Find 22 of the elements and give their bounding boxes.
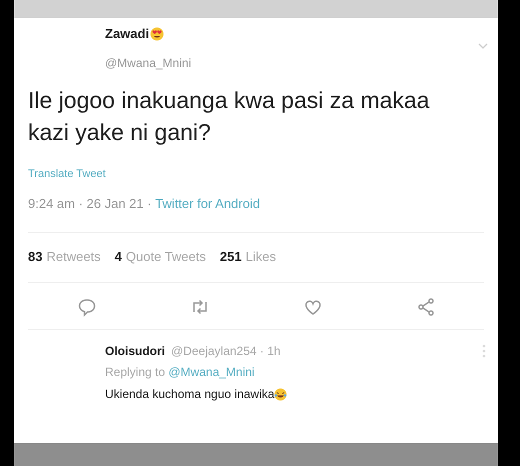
tweet-text: Ile jogoo inakuanga kwa pasi za makaa kazi yake ni gani?: [27, 86, 430, 147]
mention-link[interactable]: @Mwana_Mnini: [168, 363, 255, 381]
user-name[interactable]: Zawadi: [105, 24, 150, 44]
reply-meta: @Deejaylan254 · 1h: [171, 343, 281, 360]
timestamp: 9:24 am · 26 Jan 21 ·: [28, 195, 153, 213]
share-icon[interactable]: [416, 297, 436, 317]
stat-label[interactable]: Likes: [246, 246, 276, 266]
user-handle: @Mwana_Mnini: [105, 54, 192, 72]
heart-eyes-emoji-icon: [150, 26, 164, 41]
laughing-tears-emoji-icon: [274, 388, 288, 400]
stat-count: 251: [220, 248, 242, 266]
translate-link[interactable]: Translate Tweet: [28, 166, 106, 182]
source-link[interactable]: Twitter for Android: [155, 194, 260, 214]
stat-label[interactable]: Retweets: [46, 246, 101, 266]
reply-text: Ukienda kuchoma nguo inawika: [105, 386, 274, 403]
reply-icon[interactable]: [76, 297, 96, 317]
stat-count: 4: [114, 248, 122, 266]
replying-label: Replying to: [105, 364, 166, 381]
stat-count: 83: [28, 248, 42, 266]
reply-user-name[interactable]: Oloisudori: [105, 342, 165, 360]
chevron-down-icon[interactable]: [478, 42, 488, 50]
stat-label[interactable]: Quote Tweets: [126, 246, 206, 266]
